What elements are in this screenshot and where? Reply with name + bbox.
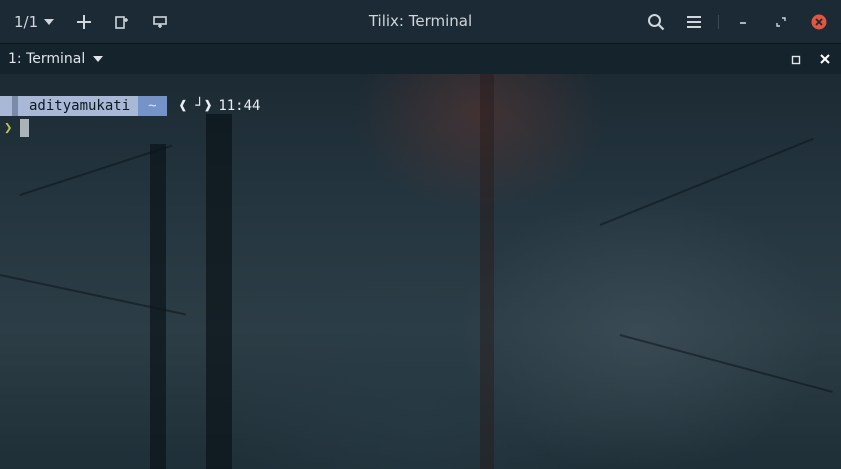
divider xyxy=(718,14,719,29)
terminal-controls xyxy=(791,44,831,74)
prompt-directory-segment: ~ xyxy=(138,96,167,116)
split-down-button[interactable] xyxy=(146,8,174,36)
background-tree-trunk xyxy=(480,74,494,469)
session-selector[interactable]: 1/1 xyxy=(14,12,55,31)
input-line[interactable]: ❯ xyxy=(4,118,30,137)
terminal-view[interactable]: adityamukati ~ ❰ ┘❱ 11:44 ❯ xyxy=(0,74,841,469)
prompt-chevron: ❯ xyxy=(4,119,13,136)
close-window-button[interactable] xyxy=(805,8,833,36)
title-bar-left-controls: 1/1 xyxy=(14,0,174,43)
terminal-header: 1: Terminal xyxy=(0,43,841,75)
minimize-button[interactable] xyxy=(729,8,757,36)
plus-icon xyxy=(77,14,92,29)
restore-icon xyxy=(776,16,786,27)
search-button[interactable] xyxy=(642,8,670,36)
search-icon xyxy=(648,13,665,30)
minimize-icon xyxy=(740,21,746,24)
menu-button[interactable] xyxy=(680,8,708,36)
background-tree-trunk xyxy=(206,114,232,469)
close-terminal-button[interactable] xyxy=(819,50,831,69)
terminal-title: 1: Terminal xyxy=(8,51,86,67)
add-session-button[interactable] xyxy=(70,8,98,36)
text-cursor xyxy=(20,118,30,137)
prompt-git-segment: ❰ ┘❱ xyxy=(178,98,213,114)
close-icon xyxy=(811,14,827,29)
chevron-down-icon xyxy=(93,56,104,62)
close-x-icon xyxy=(820,53,830,64)
session-indicator: 1/1 xyxy=(14,12,39,31)
split-right-icon xyxy=(115,15,129,29)
prompt-line: adityamukati ~ ❰ ┘❱ 11:44 xyxy=(0,96,260,116)
maximize-terminal-button[interactable] xyxy=(791,50,801,69)
background-branch xyxy=(619,334,833,393)
maximize-icon xyxy=(791,55,801,64)
maximize-button[interactable] xyxy=(767,8,795,36)
title-bar: 1/1 Tilix: Terminal xyxy=(0,0,841,43)
background-branch xyxy=(599,137,814,226)
split-right-button[interactable] xyxy=(108,8,136,36)
hamburger-menu-icon xyxy=(687,15,701,28)
title-bar-right-controls xyxy=(642,0,833,43)
chevron-down-icon xyxy=(44,18,55,25)
prompt-time: 11:44 xyxy=(218,98,261,114)
terminal-title-menu[interactable]: 1: Terminal xyxy=(8,44,104,74)
split-down-icon xyxy=(153,15,167,28)
prompt-user-segment: adityamukati xyxy=(0,96,139,116)
